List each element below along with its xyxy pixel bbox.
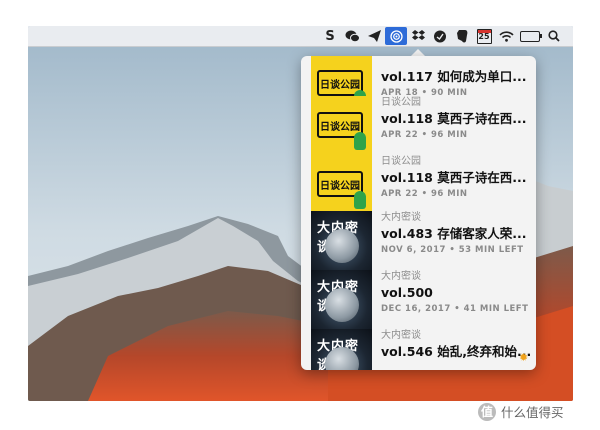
wechat-icon[interactable] — [341, 26, 363, 46]
episode-row[interactable]: 大内密谈 大内密谈 vol.483 存储客家人荣... NOV 6, 2017 • 5… — [311, 211, 533, 271]
popup-arrow — [411, 49, 425, 56]
episode-artwork: 大内密谈 — [311, 270, 372, 330]
episode-artwork: 大内密谈 — [311, 211, 372, 271]
moon-icon — [325, 288, 359, 322]
episode-title: vol.483 存储客家人荣... — [381, 226, 527, 241]
show-name: 大内密谈 — [381, 271, 421, 282]
episode-title: vol.500 — [381, 285, 433, 300]
episode-text: 日谈公园 vol.118 莫西子诗在西... APR 22 • 96 MIN — [381, 96, 533, 142]
episode-row[interactable]: 日谈公园 日谈公园 vol.118 莫西子诗在西... APR 22 • 96 MIN — [311, 155, 533, 215]
episode-meta: NOV 6, 2017 • 53 MIN LEFT — [381, 245, 524, 255]
episode-artwork: 大内密谈 — [311, 329, 372, 370]
episode-text: 日谈公园 vol.118 莫西子诗在西... APR 22 • 96 MIN — [381, 155, 533, 201]
watermark-text: 什么值得买 — [501, 405, 564, 420]
episode-text: 大内密谈 vol.500 DEC 16, 2017 • 41 MIN LEFT — [381, 270, 533, 316]
calendar-icon[interactable]: 25 — [473, 26, 495, 46]
battery-icon[interactable] — [517, 26, 543, 46]
mascot-icon — [354, 191, 366, 209]
menu-bar: S 25 — [28, 26, 573, 47]
show-name — [381, 56, 533, 68]
episode-meta: DEC 16, 2017 • 41 MIN LEFT — [381, 304, 529, 314]
wifi-icon[interactable] — [495, 26, 517, 46]
episode-text: vol.117 如何成为单口... APR 18 • 90 MIN — [381, 56, 533, 100]
s-icon[interactable]: S — [319, 26, 341, 46]
spotlight-icon[interactable] — [543, 26, 565, 46]
episode-meta: APR 22 • 96 MIN — [381, 189, 468, 199]
show-name: 大内密谈 — [381, 212, 421, 223]
episode-artwork: 日谈公园 — [311, 96, 372, 156]
watermark-logo: 值 — [478, 402, 496, 421]
gear-icon[interactable]: ✹ — [519, 351, 528, 364]
episode-row[interactable]: 大内密谈 大内密谈 vol.500 DEC 16, 2017 • 41 MIN LEF… — [311, 270, 533, 330]
episode-artwork: 日谈公园 — [311, 155, 372, 215]
episode-title: vol.117 如何成为单口... — [381, 69, 527, 84]
mascot-icon — [354, 132, 366, 150]
episode-meta — [381, 361, 533, 370]
telegram-icon[interactable] — [363, 26, 385, 46]
podcast-icon[interactable] — [385, 27, 407, 45]
show-name: 大内密谈 — [381, 330, 421, 341]
episode-text: 大内密谈 vol.483 存储客家人荣... NOV 6, 2017 • 53 MI… — [381, 211, 533, 257]
episode-row[interactable]: 大内密谈 大内密谈 vol.546 始乱,终弃和始... — [311, 329, 533, 370]
episode-text: 大内密谈 vol.546 始乱,终弃和始... — [381, 329, 533, 370]
moon-icon — [325, 229, 359, 263]
episode-meta: APR 22 • 96 MIN — [381, 130, 468, 140]
episode-title: vol.546 始乱,终弃和始... — [381, 344, 532, 359]
podcast-popup: 日谈公园 vol.117 如何成为单口... APR 18 • 90 MIN 日谈公园… — [301, 56, 536, 370]
dropbox-icon[interactable] — [407, 26, 429, 46]
episode-title: vol.118 莫西子诗在西... — [381, 111, 527, 126]
show-name: 日谈公园 — [381, 156, 421, 167]
shield-icon[interactable] — [429, 26, 451, 46]
episode-title: vol.118 莫西子诗在西... — [381, 170, 527, 185]
show-name: 日谈公园 — [381, 97, 421, 108]
evernote-icon[interactable] — [451, 26, 473, 46]
episode-row[interactable]: 日谈公园 日谈公园 vol.118 莫西子诗在西... APR 22 • 96 MIN — [311, 96, 533, 156]
watermark: 值 什么值得买 — [478, 402, 564, 421]
